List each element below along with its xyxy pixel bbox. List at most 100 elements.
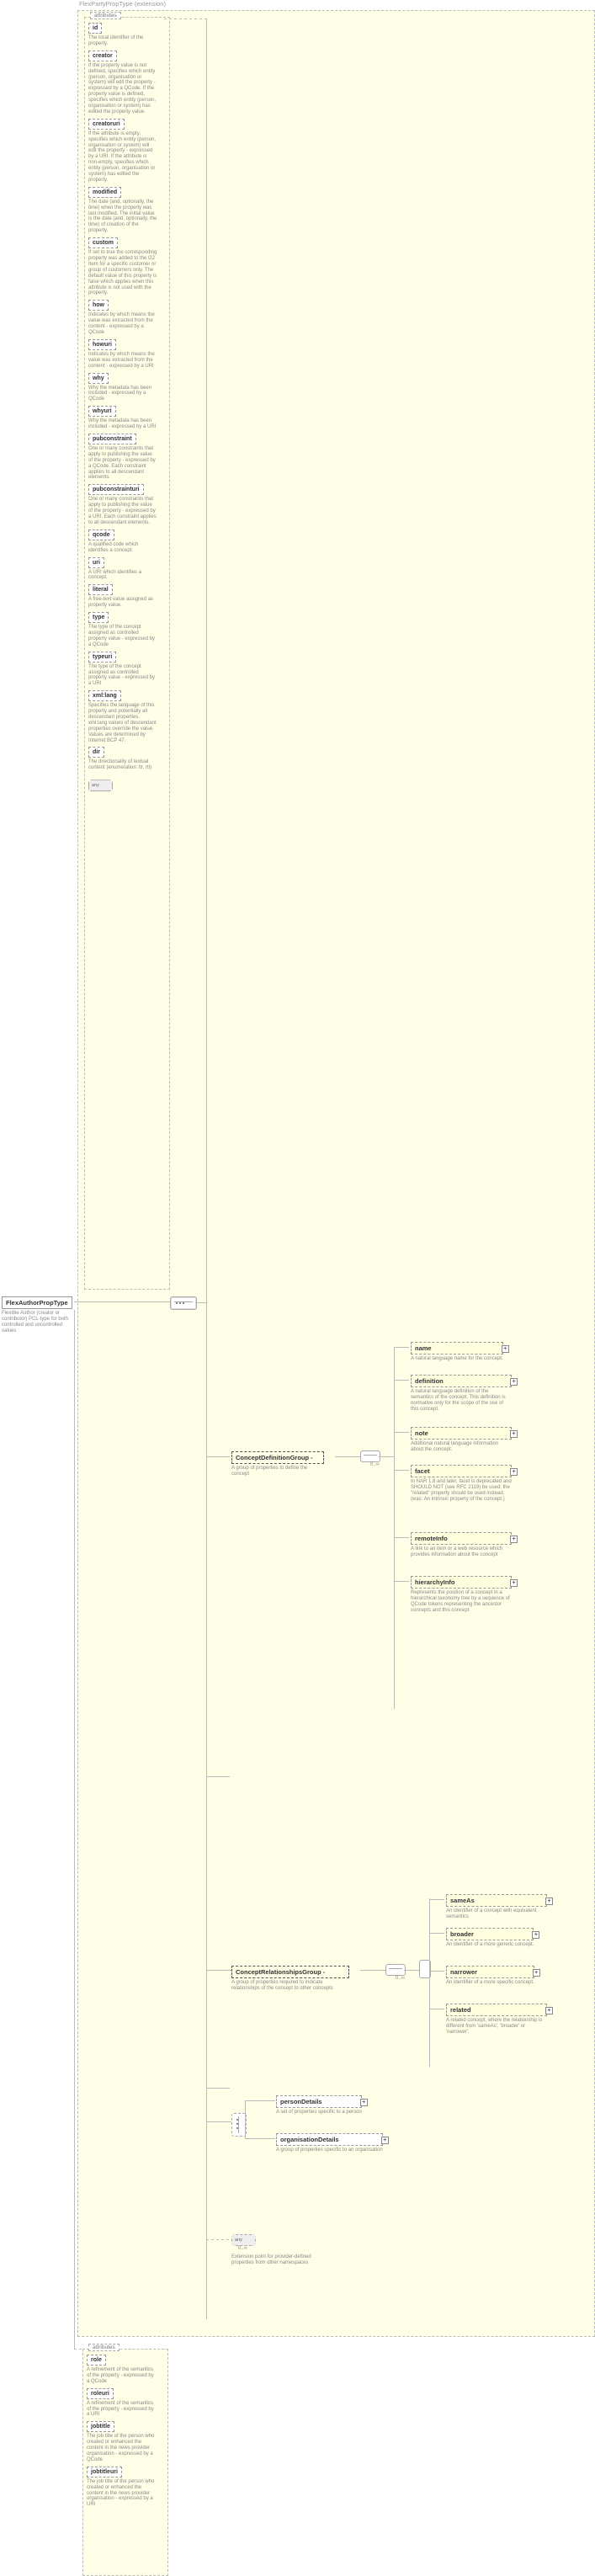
attr-desc: One or many constraints that apply to pu…	[88, 497, 157, 525]
expand-icon[interactable]: +	[532, 1931, 539, 1939]
any-other-element: any ##other	[231, 2234, 256, 2246]
cdg-desc: Additional natural language information …	[411, 1441, 512, 1453]
cdg-desc: A link to an item or a web resource whic…	[411, 1546, 512, 1558]
cdg-note: note+	[411, 1427, 512, 1440]
crg-seq	[385, 1964, 406, 1976]
crg-mult: 0..∞	[396, 1976, 407, 1981]
attr-desc: The directionality of textual content (e…	[88, 759, 157, 771]
any-other-mult: 0..∞	[238, 2246, 326, 2251]
concept-definition-group: ConceptDefinitionGroup -	[231, 1451, 324, 1464]
attr-jobtitleuri: jobtitleuri	[87, 2467, 122, 2478]
attr-desc: A refinement of the semantics of the pro…	[87, 2367, 156, 2385]
expand-icon[interactable]: +	[510, 1579, 518, 1587]
cdg-name: name+	[411, 1342, 503, 1355]
extension-type-label: FlexPartyPropType (extension)	[79, 0, 166, 8]
expand-icon[interactable]: +	[510, 1468, 518, 1476]
attr-custom: custom	[88, 237, 118, 248]
attributes-pill-base: attributes	[90, 12, 121, 19]
attr-roleuri: roleuri	[87, 2388, 114, 2399]
attr-desc: A free-text value assigned as property v…	[88, 597, 157, 609]
cdg-hierarchyInfo: hierarchyInfo+	[411, 1576, 512, 1589]
crg-sameAs: sameAs+	[446, 1894, 547, 1907]
expand-icon[interactable]: +	[545, 1897, 553, 1905]
person-details: personDetails+	[276, 2095, 362, 2108]
cdg-mult: 0..∞	[370, 1462, 382, 1467]
attr-desc: Indicates by which means the value was e…	[88, 352, 157, 370]
cdg-desc: In NAR 1.8 and later, facet is deprecate…	[411, 1479, 512, 1503]
expand-icon[interactable]: +	[510, 1535, 518, 1543]
cdg-seq	[360, 1450, 380, 1462]
attr-creator: creator	[88, 51, 117, 61]
attr-howuri: howuri	[88, 339, 116, 350]
concept-relationships-group: ConceptRelationshipsGroup -	[231, 1966, 349, 1978]
attr-desc: If set to true the corresponding propert…	[88, 250, 157, 296]
attributes-frame-ext: attributes roleA refinement of the seman…	[82, 2349, 168, 2576]
attr-literal: literal	[88, 584, 113, 595]
attr-desc: Specifies the language of this property …	[88, 703, 157, 743]
expand-icon[interactable]: +	[502, 1345, 509, 1353]
attr-how: how	[88, 300, 109, 311]
attr-typeuri: typeuri	[88, 652, 116, 663]
crg-desc: A related concept, where the relationshi…	[446, 2018, 547, 2036]
expand-icon[interactable]: +	[510, 1378, 518, 1386]
attr-pubconstrainturi: pubconstrainturi	[88, 484, 144, 495]
cdg-facet: facet+	[411, 1465, 512, 1477]
attr-desc: One or many constraints that apply to pu…	[88, 446, 157, 481]
root-type-name: FlexAuthorPropType	[2, 1296, 72, 1309]
any-other-desc: Extension point for provider-defined pro…	[231, 2254, 324, 2266]
expand-icon[interactable]: +	[381, 2137, 389, 2144]
attr-desc: The type of the concept assigned as cont…	[88, 625, 157, 648]
attr-modified: modified	[88, 187, 121, 198]
attr-dir: dir	[88, 747, 104, 758]
expand-icon[interactable]: +	[510, 1430, 518, 1438]
expand-icon[interactable]: -	[311, 1454, 313, 1461]
crg-desc: An identifier of a concept with equivale…	[446, 1908, 547, 1920]
cdg-remoteInfo: remoteInfo+	[411, 1532, 512, 1545]
attributes-frame-base: attributes idThe local identifier of the…	[84, 17, 170, 1290]
organisation-details-desc: A group of properties specific to an org…	[276, 2148, 383, 2153]
crg-desc: An identifier of a more specific concept…	[446, 1980, 534, 1986]
attr-desc: The job title of the person who created …	[87, 2479, 156, 2508]
attr-desc: The job title of the person who created …	[87, 2434, 156, 2462]
attr-why: why	[88, 373, 109, 384]
attr-desc: A URI which identifies a concept.	[88, 570, 157, 582]
attr-role: role	[87, 2355, 106, 2366]
cdg-definition: definition+	[411, 1375, 512, 1387]
attr-desc: Why the metadata has been included - exp…	[88, 418, 157, 430]
cdg-desc: A natural language definition of the sem…	[411, 1389, 512, 1413]
attr-xml:lang: xml:lang	[88, 690, 121, 701]
attr-qcode: qcode	[88, 530, 114, 540]
attr-desc: A refinement of the semantics of the pro…	[87, 2401, 156, 2419]
crg-desc: An identifier of a more generic concept.	[446, 1942, 534, 1948]
attr-desc: Indicates by which means the value was e…	[88, 312, 157, 336]
attr-desc: The type of the concept assigned as cont…	[88, 664, 157, 688]
cdg-desc: Represents the position of a concept in …	[411, 1590, 512, 1614]
attr-jobtitle: jobtitle	[87, 2421, 114, 2432]
organisation-details: organisationDetails+	[276, 2133, 383, 2146]
crg-narrower: narrower+	[446, 1966, 534, 1978]
attr-desc: Why the metadata has been included - exp…	[88, 386, 157, 403]
attr-creatoruri: creatoruri	[88, 119, 125, 130]
expand-icon[interactable]: +	[360, 2099, 368, 2106]
crg-broader: broader+	[446, 1928, 534, 1940]
sequence-compositor	[170, 1296, 197, 1310]
attr-pubconstraint: pubconstraint	[88, 434, 136, 444]
attr-desc: If the property value is not defined, sp…	[88, 63, 157, 115]
expand-icon[interactable]: +	[533, 1969, 540, 1977]
expand-icon[interactable]: +	[545, 2007, 553, 2014]
attr-type: type	[88, 612, 109, 623]
cdg-desc: A natural language name for the concept.	[411, 1356, 503, 1362]
expand-icon[interactable]: -	[323, 1968, 326, 1976]
attr-desc: If the attribute is empty, specifies whi…	[88, 131, 157, 184]
crg-related: related+	[446, 2004, 547, 2016]
root-type-desc: Flexible Author (creator or contributor)…	[2, 1311, 72, 1334]
attr-uri: uri	[88, 557, 104, 568]
attr-whyuri: whyuri	[88, 406, 116, 417]
attributes-pill-ext: attributes	[88, 2344, 120, 2351]
attr-desc: The date (and, optionally, the time) whe…	[88, 200, 157, 234]
attr-id: id	[88, 23, 102, 34]
person-details-desc: A set of properties specific to a person	[276, 2110, 362, 2116]
attr-desc: A qualified code which identifies a conc…	[88, 542, 157, 554]
crg-desc: A group of properties required to indica…	[231, 1980, 349, 1992]
attr-desc: The local identifier of the property.	[88, 35, 157, 47]
